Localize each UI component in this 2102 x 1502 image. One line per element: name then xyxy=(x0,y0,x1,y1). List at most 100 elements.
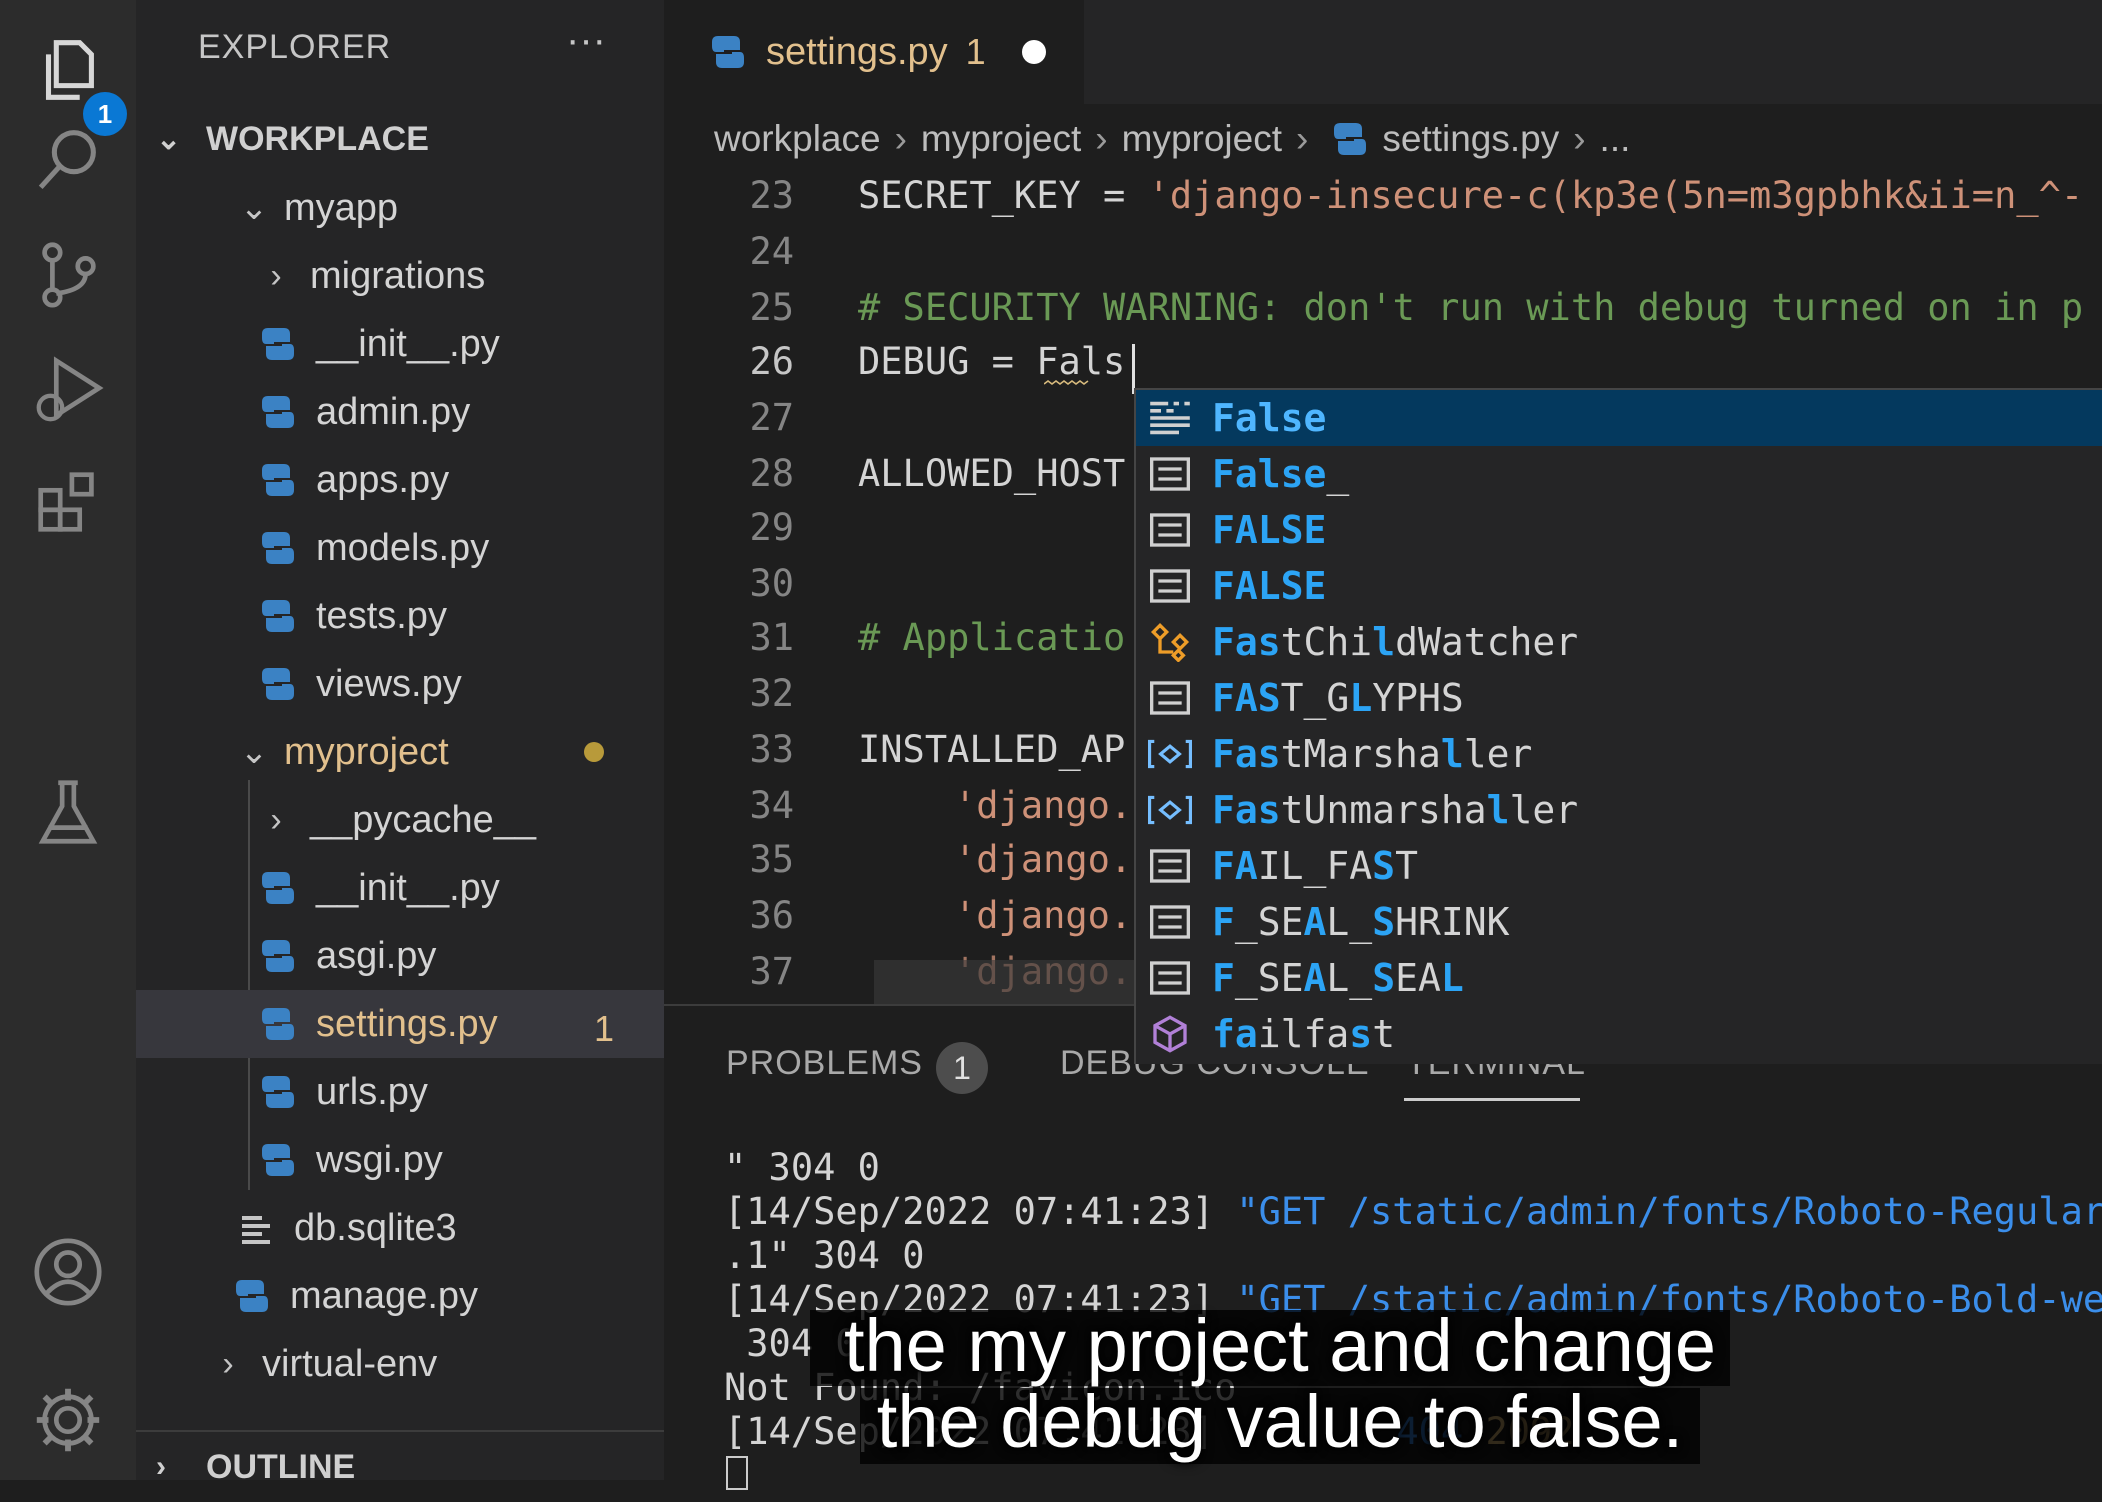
code-line: INSTALLED_AP xyxy=(858,728,1126,771)
python-file-icon xyxy=(262,532,294,564)
variable-icon xyxy=(1146,508,1194,552)
text-cursor xyxy=(1132,344,1135,394)
breadcrumb-item[interactable]: myproject xyxy=(921,118,1081,160)
code-line: 'django. xyxy=(954,784,1133,827)
suggestion-item[interactable]: FAIL_FAST xyxy=(1136,838,2102,894)
editor-tab-bar: settings.py 1 xyxy=(664,0,2102,104)
python-file-icon xyxy=(262,1076,294,1108)
code-line: 'django. xyxy=(954,894,1133,937)
line-number: 27 xyxy=(749,396,794,439)
python-file-icon xyxy=(262,1144,294,1176)
caption-line: the my project and change xyxy=(843,1304,1717,1387)
variable-icon xyxy=(1146,900,1194,944)
files-icon[interactable]: 1 xyxy=(18,20,127,136)
suggestion-item[interactable]: False _ xyxy=(1136,446,2102,502)
line-number: 25 xyxy=(749,286,794,329)
chevron-right-icon: › xyxy=(894,118,907,159)
source-control-icon[interactable] xyxy=(18,224,118,324)
code-line: 'django. xyxy=(954,838,1133,881)
suggestion-item[interactable]: F_SEAL_SHRINK xyxy=(1136,894,2102,950)
account-icon[interactable] xyxy=(18,1222,118,1322)
variable-icon xyxy=(1146,564,1194,608)
line-number: 26 xyxy=(749,340,794,383)
run-debug-icon[interactable] xyxy=(18,338,118,438)
extensions-icon[interactable] xyxy=(18,452,118,552)
tab-label: settings.py xyxy=(766,30,948,73)
python-file-icon xyxy=(262,940,294,972)
variable-icon xyxy=(1146,956,1194,1000)
suggestion-item[interactable]: failfast xyxy=(1136,1006,2102,1062)
suggestion-item[interactable]: FastChildWatcher xyxy=(1136,614,2102,670)
line-number: 34 xyxy=(749,784,794,827)
testing-icon[interactable] xyxy=(18,762,118,862)
chevron-down-icon: ⌄ xyxy=(239,189,269,227)
python-file-icon xyxy=(1334,123,1367,155)
suggestion-item[interactable]: FastMarshaller xyxy=(1136,726,2102,782)
active-tab-underline xyxy=(1404,1098,1580,1101)
chevron-down-icon: ⌄ xyxy=(239,733,269,771)
suggestion-item[interactable]: FastUnmarshaller xyxy=(1136,782,2102,838)
breadcrumb-item[interactable]: settings.py xyxy=(1382,118,1559,160)
line-number: 33 xyxy=(749,728,794,771)
settings-gear-icon[interactable] xyxy=(18,1370,118,1470)
line-number: 24 xyxy=(749,230,794,273)
field-icon xyxy=(1146,732,1194,776)
breadcrumb-item[interactable]: workplace xyxy=(714,118,881,160)
code-line: # SECURITY WARNING: don't run with debug… xyxy=(858,286,2084,329)
line-number: 28 xyxy=(749,452,794,495)
warning-squiggle xyxy=(1044,380,1089,385)
unsaved-dot-icon[interactable] xyxy=(1021,40,1046,64)
python-file-icon xyxy=(236,1280,268,1312)
breadcrumb-item[interactable]: myproject xyxy=(1122,118,1282,160)
search-icon[interactable] xyxy=(18,110,118,210)
suggestion-item[interactable]: False xyxy=(1136,390,2102,446)
suggestion-widget: False False _ FALSE FALSE FastChildWatche… xyxy=(1134,388,2102,1064)
python-file-icon xyxy=(262,1008,294,1040)
suggestion-item[interactable]: F_SEAL_SEAL xyxy=(1136,950,2102,1006)
breadcrumb-item[interactable]: ... xyxy=(1600,118,1631,160)
python-file-icon xyxy=(262,396,294,428)
line-number: 36 xyxy=(749,894,794,937)
chevron-right-icon: › xyxy=(270,800,282,839)
tree-item-virtual-env[interactable]: › virtual-env xyxy=(136,1330,738,1398)
suggestion-item[interactable]: FALSE xyxy=(1136,502,2102,558)
tab-problems[interactable]: PROBLEMS xyxy=(726,1044,923,1083)
keyword-icon xyxy=(1146,396,1194,440)
problem-count: 1 xyxy=(594,1008,615,1049)
variable-icon xyxy=(1146,452,1194,496)
database-file-icon xyxy=(242,1216,270,1244)
terminal-line: .1" 304 0 xyxy=(724,1234,925,1277)
outline-section-header[interactable]: › OUTLINE xyxy=(136,1430,664,1502)
suggestion-item[interactable]: FALSE xyxy=(1136,558,2102,614)
field-icon xyxy=(1146,788,1194,832)
code-line: # Applicatio xyxy=(858,616,1126,659)
tab-settings[interactable]: settings.py 1 xyxy=(664,0,1084,104)
python-file-icon xyxy=(262,600,294,632)
chevron-right-icon: › xyxy=(1095,118,1108,159)
chevron-right-icon: › xyxy=(270,256,282,295)
python-file-icon xyxy=(262,464,294,496)
chevron-right-icon: › xyxy=(1573,118,1586,159)
outline-title: OUTLINE xyxy=(206,1447,356,1486)
tab-problem-count: 1 xyxy=(965,31,986,72)
more-actions-button[interactable]: ··· xyxy=(566,18,606,63)
line-number: 37 xyxy=(749,950,794,993)
workspace-name: WORKPLACE xyxy=(206,119,429,158)
activity-bar: 1 xyxy=(0,0,136,1480)
line-number: 29 xyxy=(749,506,794,549)
chevron-right-icon: › xyxy=(222,1344,234,1383)
class-icon xyxy=(1146,620,1194,664)
line-number: 35 xyxy=(749,838,794,881)
caption-line: the debug value to false. xyxy=(876,1380,1684,1463)
code-line: DEBUG = Fals xyxy=(858,340,1126,383)
method-icon xyxy=(1146,1012,1194,1056)
breadcrumb: workplace › myproject › myproject › sett… xyxy=(664,104,2102,174)
terminal-cursor xyxy=(726,1456,748,1490)
line-number: 32 xyxy=(749,672,794,715)
python-file-icon xyxy=(262,328,294,360)
python-file-icon xyxy=(262,668,294,700)
chevron-down-icon: ⌄ xyxy=(156,122,182,156)
suggestion-item[interactable]: FAST_GLYPHS xyxy=(1136,670,2102,726)
terminal-line: " 304 0 xyxy=(724,1146,880,1189)
workspace-section-header[interactable]: ⌄ WORKPLACE xyxy=(136,104,664,174)
